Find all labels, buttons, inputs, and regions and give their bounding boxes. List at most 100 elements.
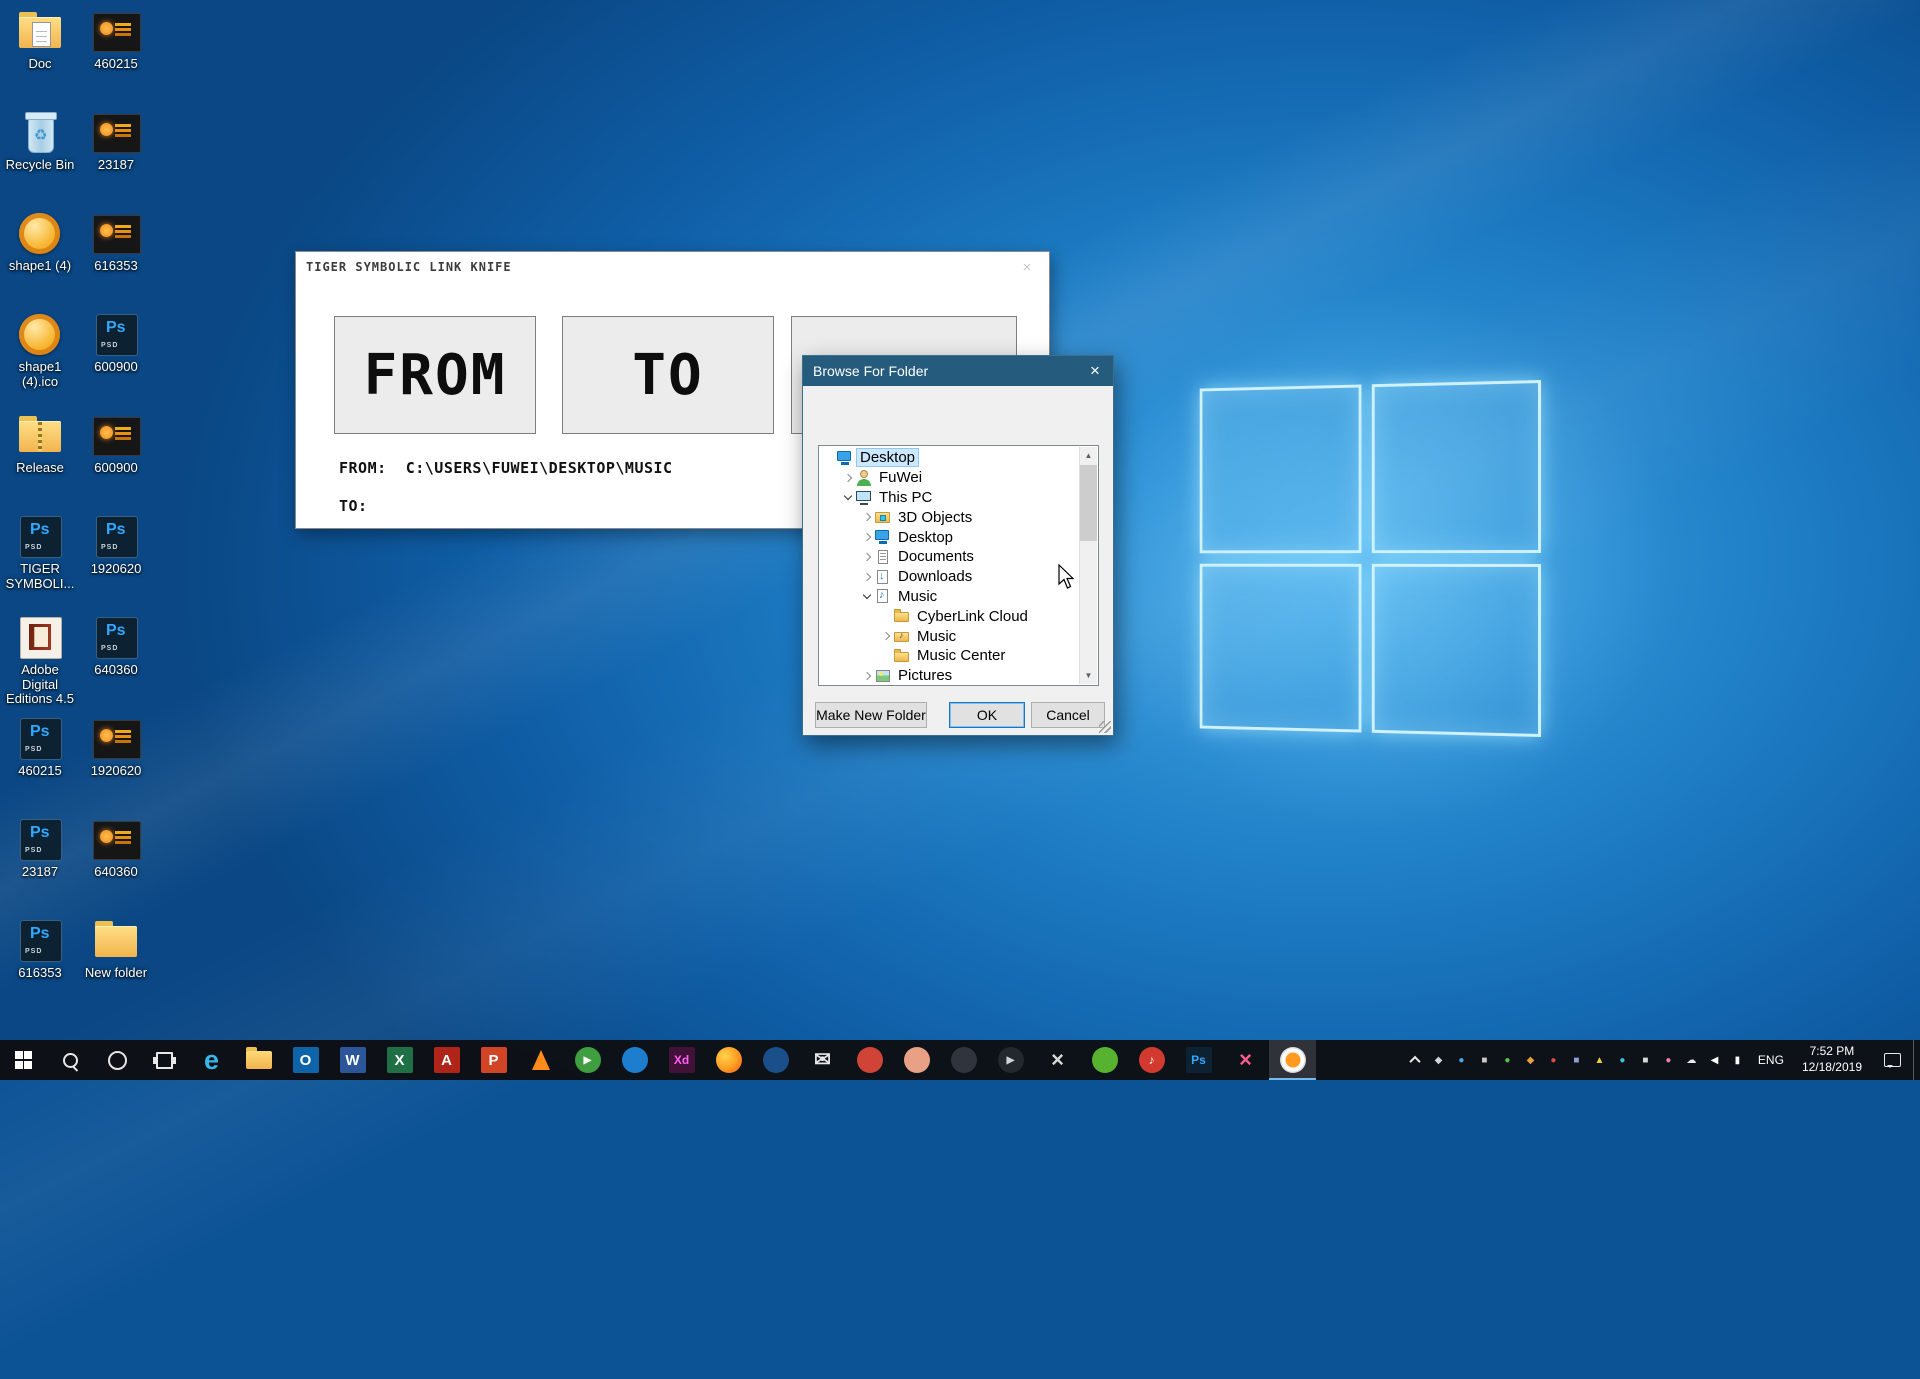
app-green-circle-taskbar-button[interactable] — [1081, 1040, 1128, 1080]
app-close-icon[interactable]: × — [1015, 259, 1039, 276]
tray-icon-7[interactable]: ■ — [1565, 1040, 1588, 1080]
tree-item-this-pc[interactable]: This PC — [820, 488, 1080, 508]
scroll-up-button[interactable]: ▲ — [1080, 447, 1097, 464]
task-view-button[interactable] — [141, 1040, 188, 1080]
app-pink-x-taskbar-button[interactable]: × — [1222, 1040, 1269, 1080]
tray-icon-2[interactable]: ● — [1450, 1040, 1473, 1080]
media-player-dark-taskbar-button[interactable]: ▶ — [987, 1040, 1034, 1080]
dialog-titlebar[interactable]: Browse For Folder × — [803, 356, 1113, 386]
tree-item-cyberlink-cloud[interactable]: CyberLink Cloud — [820, 606, 1080, 626]
firefox-taskbar-button[interactable] — [705, 1040, 752, 1080]
to-button[interactable]: TO — [562, 316, 774, 434]
from-button[interactable]: FROM — [334, 316, 536, 434]
tree-item-desktop[interactable]: Desktop — [820, 448, 1080, 468]
scroll-down-button[interactable]: ▼ — [1080, 667, 1097, 684]
app-dark-dial-taskbar-button[interactable] — [940, 1040, 987, 1080]
tiger-knife-app-taskbar-button[interactable] — [1269, 1040, 1316, 1080]
volume-icon[interactable]: ◀ — [1703, 1040, 1726, 1080]
desktop-icon-new-folder[interactable]: New folder — [78, 913, 154, 1014]
desktop-icon-600900[interactable]: 600900 — [78, 408, 154, 509]
tree-item-music[interactable]: Music — [820, 587, 1080, 607]
app-peach-circle-taskbar-button[interactable] — [893, 1040, 940, 1080]
tree-item-documents[interactable]: Documents — [820, 547, 1080, 567]
tray-icon-1[interactable]: ◆ — [1427, 1040, 1450, 1080]
tray-icon-6[interactable]: ● — [1542, 1040, 1565, 1080]
desktop-icon-600900[interactable]: 600900 — [78, 307, 154, 408]
desktop-icon-doc[interactable]: Doc — [2, 4, 78, 105]
tree-item-music-center[interactable]: Music Center — [820, 646, 1080, 666]
tray-icon-8[interactable]: ▲ — [1588, 1040, 1611, 1080]
adobe-xd-taskbar-button[interactable]: Xd — [658, 1040, 705, 1080]
network-icon[interactable]: ▮ — [1726, 1040, 1749, 1080]
app-blue-circle-taskbar-button[interactable] — [611, 1040, 658, 1080]
collapsed-chevron-icon[interactable] — [860, 528, 874, 546]
collapsed-chevron-icon[interactable] — [879, 627, 893, 645]
collapsed-chevron-icon[interactable] — [860, 508, 874, 526]
edge-taskbar-button[interactable]: e — [188, 1040, 235, 1080]
tray-chevron-up[interactable] — [1404, 1040, 1427, 1080]
tree-scrollbar[interactable]: ▲ ▼ — [1079, 447, 1097, 684]
collapsed-chevron-icon[interactable] — [860, 548, 874, 566]
app-red-circle-taskbar-button[interactable] — [846, 1040, 893, 1080]
tree-item-fuwei[interactable]: FuWei — [820, 468, 1080, 488]
desktop-icon-616353[interactable]: 616353 — [78, 206, 154, 307]
music-app-red-taskbar-button[interactable]: ♪ — [1128, 1040, 1175, 1080]
expanded-chevron-icon[interactable] — [841, 488, 855, 506]
desktop-icon-adobe-digital-editions-4-5[interactable]: Adobe Digital Editions 4.5 — [2, 610, 78, 711]
make-new-folder-button[interactable]: Make New Folder — [815, 702, 927, 728]
desktop-icon-460215[interactable]: 460215 — [78, 4, 154, 105]
tree-item-pictures[interactable]: Pictures — [820, 666, 1080, 686]
acrobat-reader-taskbar-button[interactable]: A — [423, 1040, 470, 1080]
desktop-icon-1920620[interactable]: 1920620 — [78, 509, 154, 610]
photoshop-taskbar-button[interactable]: Ps — [1175, 1040, 1222, 1080]
tray-icon-10[interactable]: ■ — [1634, 1040, 1657, 1080]
clock[interactable]: 7:52 PM 12/18/2019 — [1793, 1040, 1871, 1080]
tray-icon-9[interactable]: ● — [1611, 1040, 1634, 1080]
collapsed-chevron-icon[interactable] — [841, 469, 855, 487]
ok-button[interactable]: OK — [949, 702, 1025, 728]
desktop-icon-460215[interactable]: 460215 — [2, 711, 78, 812]
desktop-icon-shape1-4[interactable]: shape1 (4) — [2, 206, 78, 307]
onedrive-icon[interactable]: ☁ — [1680, 1040, 1703, 1080]
desktop-icon-1920620[interactable]: 1920620 — [78, 711, 154, 812]
app-navy-circle-taskbar-button[interactable] — [752, 1040, 799, 1080]
vlc-taskbar-button[interactable] — [517, 1040, 564, 1080]
app-window-titlebar[interactable]: TIGER SYMBOLIC LINK KNIFE × — [296, 252, 1049, 282]
desktop-icon-release[interactable]: Release — [2, 408, 78, 509]
show-desktop-button[interactable] — [1913, 1040, 1920, 1080]
tray-icon-11[interactable]: ● — [1657, 1040, 1680, 1080]
tray-icon-4[interactable]: ● — [1496, 1040, 1519, 1080]
expanded-chevron-icon[interactable] — [860, 587, 874, 605]
scroll-thumb[interactable] — [1080, 465, 1097, 541]
media-player-green-taskbar-button[interactable]: ▶ — [564, 1040, 611, 1080]
tree-item-3d-objects[interactable]: 3D Objects — [820, 507, 1080, 527]
start-button[interactable] — [0, 1040, 47, 1080]
powerpoint-taskbar-button[interactable]: P — [470, 1040, 517, 1080]
collapsed-chevron-icon[interactable] — [860, 568, 874, 586]
desktop-icon-640360[interactable]: 640360 — [78, 610, 154, 711]
desktop-icon-tiger-symboli[interactable]: TIGER SYMBOLI... — [2, 509, 78, 610]
tree-item-downloads[interactable]: Downloads — [820, 567, 1080, 587]
tree-item-desktop[interactable]: Desktop — [820, 527, 1080, 547]
dialog-close-button[interactable]: × — [1077, 356, 1113, 386]
desktop-icon-recycle-bin[interactable]: Recycle Bin — [2, 105, 78, 206]
tree-item-music[interactable]: Music — [820, 626, 1080, 646]
language-indicator[interactable]: ENG — [1749, 1040, 1793, 1080]
app-x-dark-taskbar-button[interactable]: × — [1034, 1040, 1081, 1080]
tray-icon-5[interactable]: ◆ — [1519, 1040, 1542, 1080]
excel-taskbar-button[interactable]: X — [376, 1040, 423, 1080]
cancel-button[interactable]: Cancel — [1031, 702, 1105, 728]
desktop-icon-640360[interactable]: 640360 — [78, 812, 154, 913]
file-explorer-taskbar-button[interactable] — [235, 1040, 282, 1080]
collapsed-chevron-icon[interactable] — [860, 667, 874, 685]
desktop-icon-616353[interactable]: 616353 — [2, 913, 78, 1014]
resize-grip[interactable] — [1099, 721, 1111, 733]
search-button[interactable] — [47, 1040, 94, 1080]
tray-icon-3[interactable]: ■ — [1473, 1040, 1496, 1080]
desktop-icon-23187[interactable]: 23187 — [2, 812, 78, 913]
action-center-button[interactable] — [1871, 1040, 1913, 1080]
desktop-icon-23187[interactable]: 23187 — [78, 105, 154, 206]
mail-taskbar-button[interactable]: ✉ — [799, 1040, 846, 1080]
desktop-icon-shape1-4-ico[interactable]: shape1 (4).ico — [2, 307, 78, 408]
outlook-taskbar-button[interactable]: O — [282, 1040, 329, 1080]
